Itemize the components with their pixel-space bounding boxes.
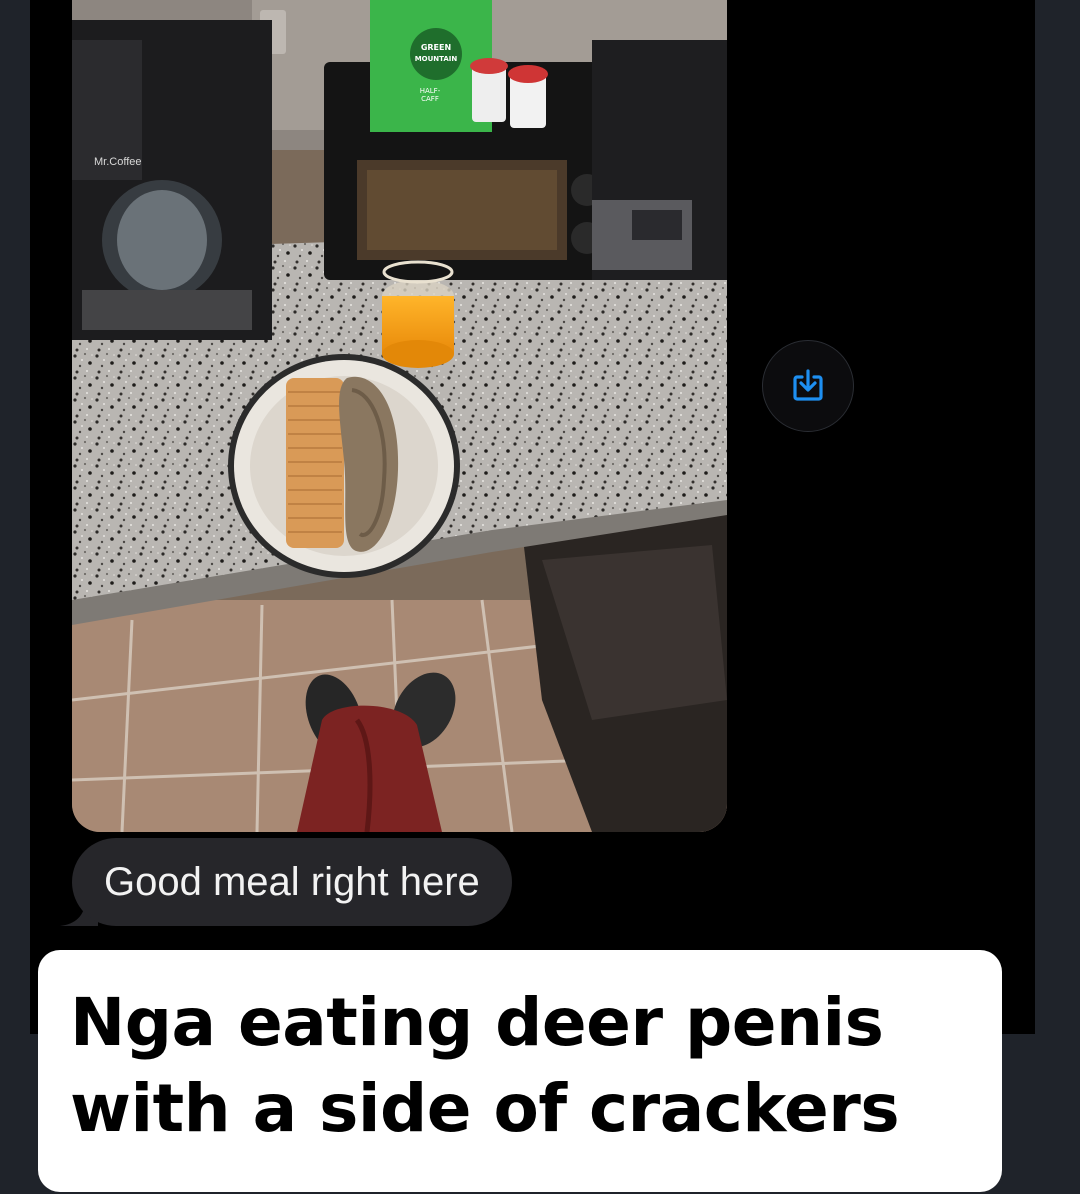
caption-line-1: Nga eating deer penis bbox=[70, 984, 884, 1061]
appliance-label: Mr.Coffee bbox=[94, 156, 142, 168]
save-download-icon bbox=[793, 369, 823, 401]
package-text-1: GREEN bbox=[421, 43, 451, 52]
caption-line-2: with a side of crackers bbox=[70, 1070, 900, 1147]
package-text-3: HALF- bbox=[420, 87, 441, 95]
caption-box: Nga eating deer penis with a side of cra… bbox=[38, 950, 1002, 1192]
message-text: Good meal right here bbox=[104, 859, 480, 904]
package-text-4: CAFF bbox=[421, 95, 439, 103]
kitchen-photo: Mr.Coffee GREEN MOUNTAIN HALF- CAFF bbox=[72, 0, 727, 832]
save-photo-button[interactable] bbox=[762, 340, 854, 432]
package-text-2: MOUNTAIN bbox=[415, 55, 458, 63]
message-bubble[interactable]: Good meal right here bbox=[72, 838, 512, 926]
screenshot-frame: Mr.Coffee GREEN MOUNTAIN HALF- CAFF Good… bbox=[0, 0, 1080, 1194]
photo-attachment[interactable]: Mr.Coffee GREEN MOUNTAIN HALF- CAFF bbox=[72, 0, 727, 832]
